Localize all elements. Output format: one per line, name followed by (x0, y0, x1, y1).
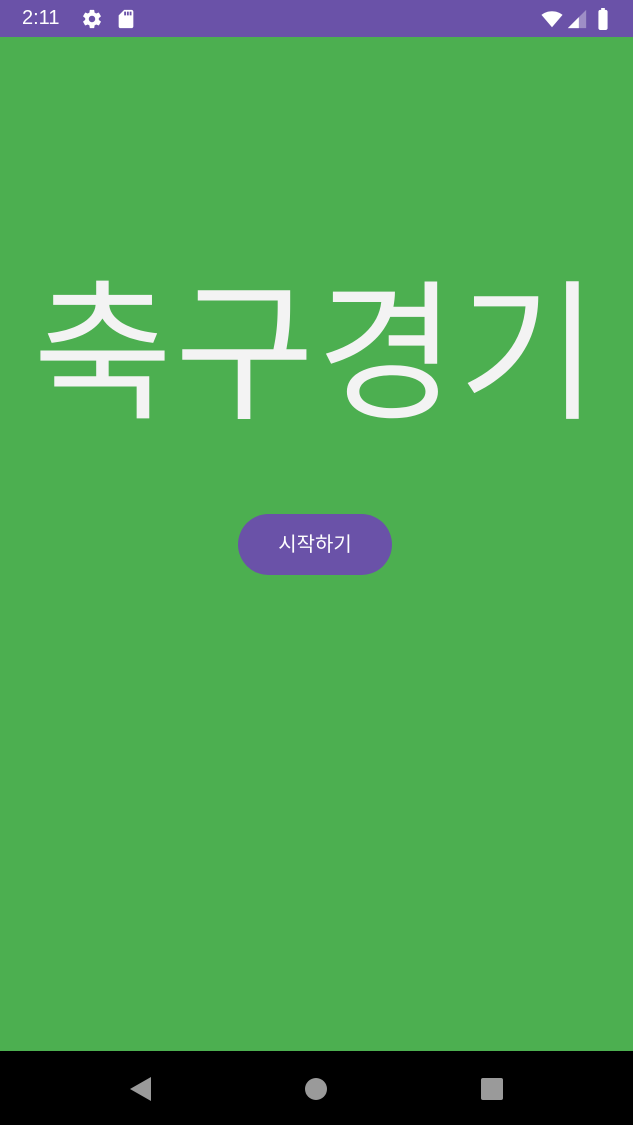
home-icon[interactable] (303, 1076, 329, 1102)
gear-icon (81, 8, 103, 30)
sd-card-icon (115, 8, 137, 30)
status-time: 2:11 (22, 7, 60, 29)
navigation-bar (0, 1051, 633, 1125)
app-screen: 2:11 축구경기 시작하기 (0, 0, 633, 1125)
recents-icon[interactable] (479, 1076, 505, 1102)
back-icon[interactable] (127, 1076, 153, 1102)
status-bar: 2:11 (0, 0, 633, 37)
wifi-icon (540, 8, 564, 30)
battery-icon (594, 8, 612, 30)
page-title: 축구경기 (32, 266, 601, 443)
cellular-signal-icon (566, 8, 588, 30)
start-button[interactable]: 시작하기 (238, 514, 392, 575)
